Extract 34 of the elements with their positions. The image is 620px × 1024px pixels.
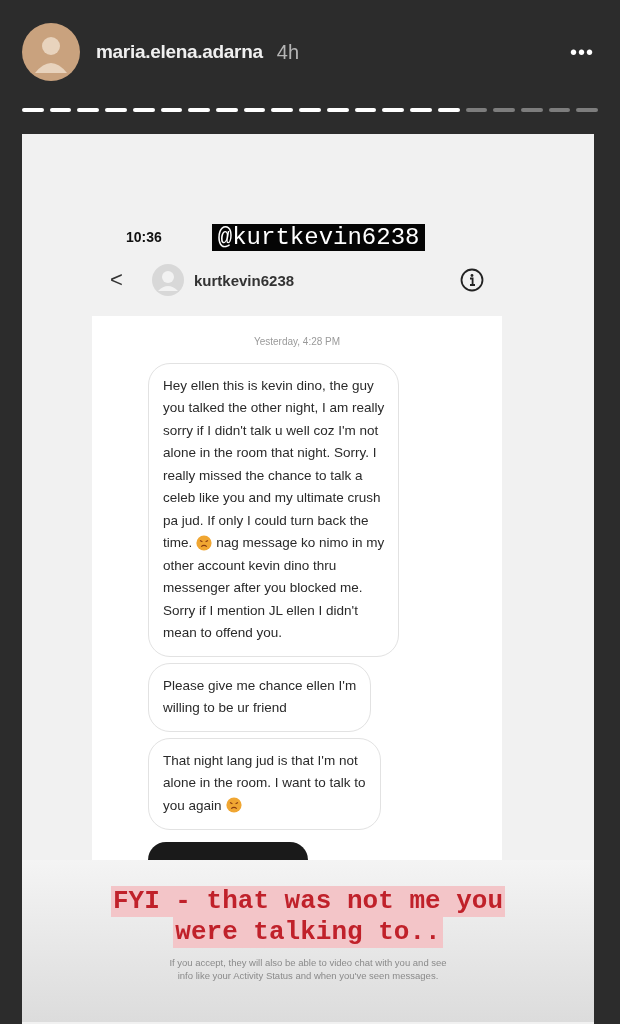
message-text: really missed the chance to talk a xyxy=(163,467,363,483)
message-text: That night lang jud is that I'm not xyxy=(163,752,358,768)
message-text: willing to be ur friend xyxy=(163,700,287,716)
message-text: other account kevin dino thru xyxy=(163,557,337,573)
message-text: you talked the other night, I am really xyxy=(163,400,385,416)
avatar-icon xyxy=(22,23,80,81)
more-button[interactable]: ••• xyxy=(570,40,594,64)
message-text: alone in the room that night. Sorry. I xyxy=(163,445,377,461)
status-time: 10:36 xyxy=(126,229,162,245)
post-age: 4h xyxy=(276,40,299,64)
emoji-icon xyxy=(196,534,213,551)
avatar-icon xyxy=(152,264,184,296)
message-text: Sorry if I mention JL ellen I didn't xyxy=(163,602,358,618)
info-icon[interactable] xyxy=(460,268,484,292)
mention-label: @kurtkevin6238 xyxy=(211,223,426,251)
message-text: Please give me chance ellen I'm xyxy=(163,677,357,693)
message-text: you again xyxy=(163,797,222,813)
caption-text: FYI - that was not me you xyxy=(110,886,506,917)
message-timestamp: Yesterday, 4:28 PM xyxy=(253,336,341,347)
message-text: alone in the room. I want to talk to xyxy=(163,775,366,791)
message-text: mean to offend you. xyxy=(163,625,283,641)
caption-text: were talking to.. xyxy=(173,917,443,948)
message-text: messenger after you blocked me. xyxy=(163,580,363,596)
emoji-icon xyxy=(225,797,242,814)
message-text: nag message ko nimo in my xyxy=(216,535,385,551)
username[interactable]: maria.elena.adarna xyxy=(96,41,263,63)
message-text: pa jud. If only I could turn back the xyxy=(163,512,369,528)
message-text: Hey ellen this is kevin dino, the guy xyxy=(163,377,374,393)
message-text: celeb like you and my ultimate crush xyxy=(163,490,381,506)
message-text: sorry if I didn't talk u well coz I'm not xyxy=(163,422,379,438)
chat-username[interactable]: kurtkevin6238 xyxy=(194,271,295,289)
message-text: time. xyxy=(163,535,193,551)
notice-text: If you accept, they will also be able to video chat with you and see info like your Activity Status and when you've seen messages. xyxy=(168,956,448,982)
back-button[interactable]: < xyxy=(110,267,134,293)
